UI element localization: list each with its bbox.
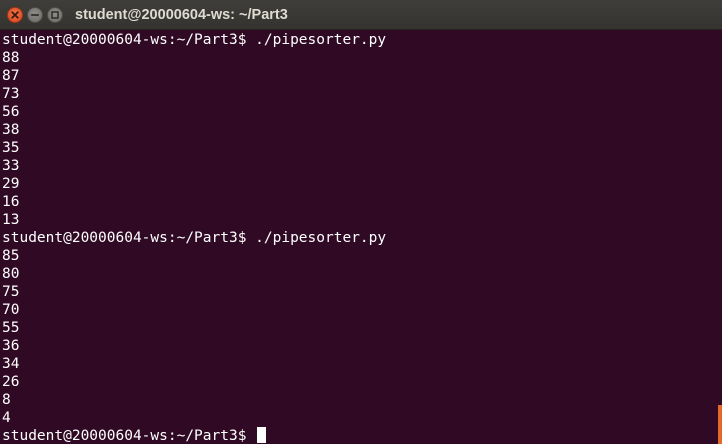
terminal-line: 70 [2,302,20,318]
minimize-button[interactable] [27,7,43,23]
prompt-text: student@20000604-ws:~/Part3$ [2,428,256,444]
terminal-line: 26 [2,374,20,390]
maximize-icon [51,11,59,19]
terminal-lines: student@20000604-ws:~/Part3$ ./pipesorte… [2,31,722,427]
terminal-window: student@20000604-ws: ~/Part3 student@200… [0,0,722,444]
terminal-line: student@20000604-ws:~/Part3$ ./pipesorte… [2,230,387,246]
minimize-icon [30,14,40,16]
terminal-output[interactable]: student@20000604-ws:~/Part3$ ./pipesorte… [1,31,722,444]
title-bar[interactable]: student@20000604-ws: ~/Part3 [0,0,722,30]
terminal-line: 34 [2,356,20,372]
terminal-line: 85 [2,248,20,264]
maximize-button[interactable] [47,7,63,23]
window-title: student@20000604-ws: ~/Part3 [75,7,288,23]
terminal-line: 80 [2,266,20,282]
terminal-line: student@20000604-ws:~/Part3$ ./pipesorte… [2,32,387,48]
terminal-line: 73 [2,86,20,102]
terminal-line: 35 [2,140,20,156]
terminal-line: 87 [2,68,20,84]
close-icon [11,11,19,19]
terminal-line: 33 [2,158,20,174]
text-cursor [257,427,267,443]
terminal-line: 29 [2,176,20,192]
terminal-line: 36 [2,338,20,354]
terminal-line: 88 [2,50,20,66]
terminal-line: 4 [2,410,11,426]
prompt-line[interactable]: student@20000604-ws:~/Part3$ [2,427,722,444]
terminal-line: 38 [2,122,20,138]
terminal-line: 8 [2,392,11,408]
terminal-line: 56 [2,104,20,120]
terminal-line: 13 [2,212,20,228]
terminal-line: 55 [2,320,20,336]
terminal-line: 16 [2,194,20,210]
scroll-indicator[interactable] [718,405,722,444]
terminal-line: 75 [2,284,20,300]
close-button[interactable] [7,7,23,23]
